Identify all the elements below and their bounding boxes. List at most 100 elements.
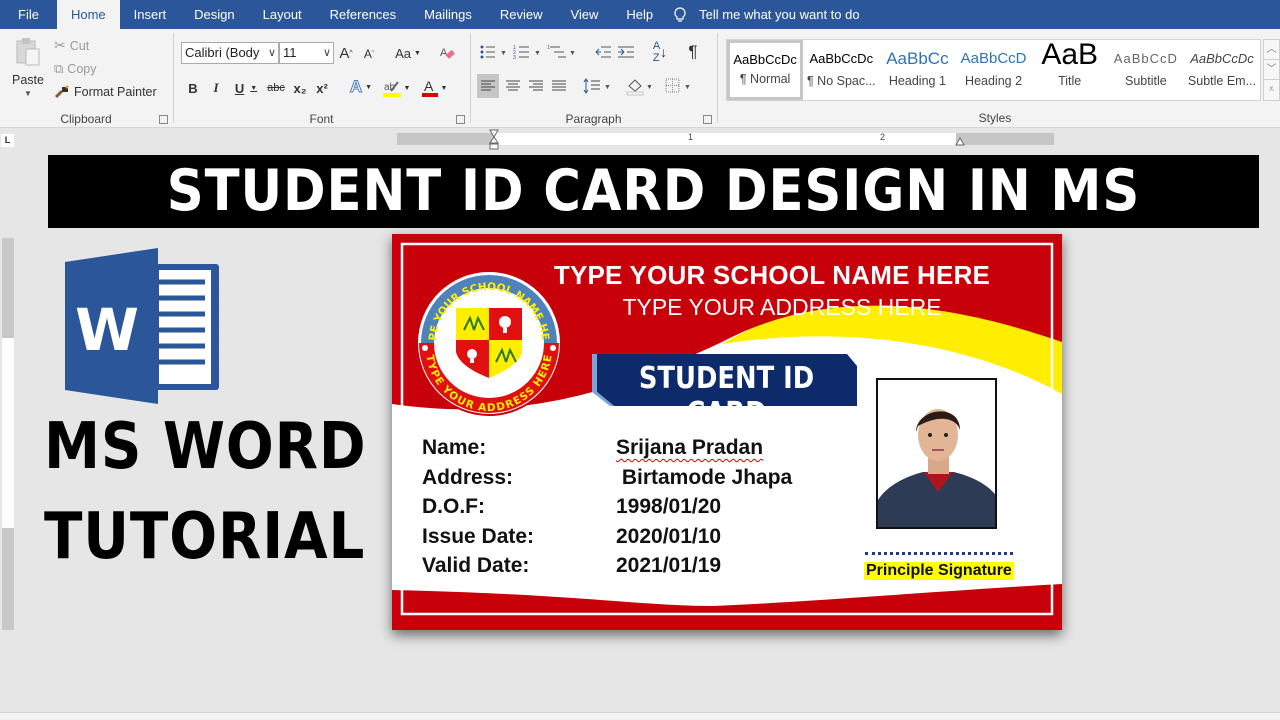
field-value-address[interactable]: Birtamode Jhapa (616, 466, 792, 490)
style-heading-1[interactable]: AaBbCc Heading 1 (879, 40, 955, 100)
clipboard-launcher-icon[interactable] (159, 115, 168, 124)
field-value-name[interactable]: Srijana Pradan (616, 436, 763, 460)
italic-button[interactable]: I (209, 79, 223, 97)
change-case-button[interactable]: Aa ▼ (392, 43, 424, 63)
field-value-dof[interactable]: 1998/01/20 (616, 495, 721, 519)
font-launcher-icon[interactable] (456, 115, 465, 124)
clear-formatting-button[interactable]: A (438, 43, 456, 63)
tab-insert[interactable]: Insert (120, 0, 181, 29)
subscript-button[interactable]: x₂ (292, 79, 308, 97)
student-photo[interactable] (876, 378, 997, 529)
tab-help[interactable]: Help (612, 0, 667, 29)
headline-banner: STUDENT ID CARD DESIGN IN MS WORD (48, 155, 1259, 297)
font-color-button[interactable]: A ▼ (418, 77, 450, 99)
svg-text:▼: ▼ (684, 84, 691, 91)
bold-button[interactable]: B (186, 79, 200, 97)
field-label-dof: D.O.F: (422, 495, 485, 518)
font-color-icon: A (421, 78, 438, 97)
paste-label: Paste (12, 73, 44, 87)
font-family-select[interactable]: Calibri (Body ∨ (181, 42, 279, 64)
side-title-line-2: TUTORIAL (44, 500, 366, 574)
align-left-icon (481, 80, 495, 91)
field-value-issue-date[interactable]: 2020/01/10 (616, 525, 721, 549)
underline-button[interactable]: U ▼ (232, 79, 260, 97)
superscript-button[interactable]: x² (314, 79, 330, 97)
style-name: Heading 1 (888, 74, 946, 88)
tab-home[interactable]: Home (56, 0, 120, 29)
style-subtitle[interactable]: AaBbCcD Subtitle (1108, 40, 1184, 100)
style-no-spacing[interactable]: AaBbCcDc ¶ No Spac... (803, 40, 879, 100)
paragraph-launcher-icon[interactable] (703, 115, 712, 124)
show-formatting-button[interactable]: ¶ (685, 42, 701, 62)
align-right-icon[interactable] (525, 74, 547, 98)
tab-design[interactable]: Design (180, 0, 248, 29)
vertical-ruler-text-area (2, 338, 14, 528)
scroll-down-icon[interactable]: ﹀ (1264, 60, 1279, 80)
tab-file[interactable]: File (0, 0, 57, 29)
underline-icon: U (234, 80, 245, 96)
style-subtle-emphasis[interactable]: AaBbCcDc Subtle Em... (1184, 40, 1260, 100)
borders-icon[interactable]: ▼ (663, 74, 693, 98)
increase-indent-icon[interactable] (617, 44, 635, 60)
copy-button[interactable]: ⧉ Copy (54, 61, 96, 77)
numbering-icon[interactable]: 123▼ (513, 44, 543, 60)
style-heading-2[interactable]: AaBbCcD Heading 2 (955, 40, 1031, 100)
right-indent-marker-icon[interactable] (955, 137, 965, 147)
school-address[interactable]: TYPE YOUR ADDRESS HERE (597, 294, 967, 321)
copy-label: Copy (67, 62, 97, 76)
superscript-icon: x² (316, 80, 328, 96)
line-spacing-icon[interactable]: ▼ (583, 74, 613, 98)
tab-selector[interactable]: L (1, 134, 14, 147)
svg-text:A: A (440, 47, 448, 59)
strikethrough-button[interactable]: abc (266, 79, 286, 97)
highlight-color-button[interactable]: ab ▼ (380, 77, 412, 99)
tab-review[interactable]: Review (486, 0, 557, 29)
align-left-button[interactable] (477, 74, 499, 98)
style-normal[interactable]: AaBbCcDc ¶ Normal (727, 40, 804, 100)
format-painter-icon (54, 85, 69, 99)
eraser-icon: A (440, 47, 455, 59)
style-sample: AaBbCcDc (809, 51, 874, 66)
format-painter-button[interactable]: Format Painter (54, 85, 157, 99)
text-effects-button[interactable]: A ▼ (346, 77, 376, 97)
ribbon-tab-bar: File Home Insert Design Layout Reference… (0, 0, 1280, 29)
more-styles-icon[interactable]: ⩡ (1264, 80, 1279, 100)
style-name: ¶ Normal (739, 72, 791, 86)
field-label-address: Address: (422, 466, 514, 489)
font-size-select[interactable]: 11 ∨ (279, 42, 334, 64)
paste-button[interactable]: Paste ▼ (8, 37, 48, 107)
style-title[interactable]: AaB Title (1032, 40, 1108, 100)
tab-view[interactable]: View (556, 0, 612, 29)
shading-icon[interactable]: ▼ (625, 74, 655, 98)
grow-font-button[interactable]: A ^ (338, 43, 354, 63)
decrease-indent-icon[interactable] (594, 44, 612, 60)
shrink-font-button[interactable]: Aˇ (362, 45, 376, 63)
field-value-valid-date[interactable]: 2021/01/19 (616, 554, 721, 578)
text-effects-icon: A (349, 77, 363, 97)
justify-icon[interactable] (548, 74, 570, 98)
bullets-icon[interactable]: ▼ (479, 44, 509, 60)
sort-button[interactable]: A Z ↓ (651, 40, 669, 64)
grow-font-icon: A (339, 44, 350, 62)
vertical-ruler[interactable] (2, 238, 14, 630)
tab-references[interactable]: References (316, 0, 410, 29)
multilevel-list-icon[interactable]: 1▼ (547, 44, 579, 60)
scroll-up-icon[interactable]: ︿ (1264, 40, 1279, 60)
tab-mailings[interactable]: Mailings (410, 0, 486, 29)
strikethrough-icon: abc (267, 82, 285, 94)
styles-group-label: Styles (978, 111, 1012, 125)
school-logo: TYPE YOUR SCHOOL NAME HERE TYPE YOUR ADD… (414, 268, 562, 416)
cut-button[interactable]: ✂ Cut (54, 37, 89, 54)
svg-text:▼: ▼ (646, 84, 653, 91)
horizontal-ruler[interactable]: 1 2 (397, 129, 1054, 150)
school-name[interactable]: TYPE YOUR SCHOOL NAME HERE (552, 260, 992, 291)
tab-layout[interactable]: Layout (249, 0, 316, 29)
sort-icon: AZ (652, 40, 661, 64)
style-name: Title (1058, 74, 1082, 88)
word-logo-icon: W (65, 248, 219, 404)
clipboard-group: Paste ▼ ✂ Cut ⧉ Copy Format Painter Clip… (0, 29, 172, 128)
indent-marker-icon[interactable] (489, 129, 499, 153)
style-sample: AaBbCc (886, 49, 949, 68)
tell-me-search[interactable]: Tell me what you want to do (673, 0, 860, 29)
align-center-icon[interactable] (502, 74, 524, 98)
